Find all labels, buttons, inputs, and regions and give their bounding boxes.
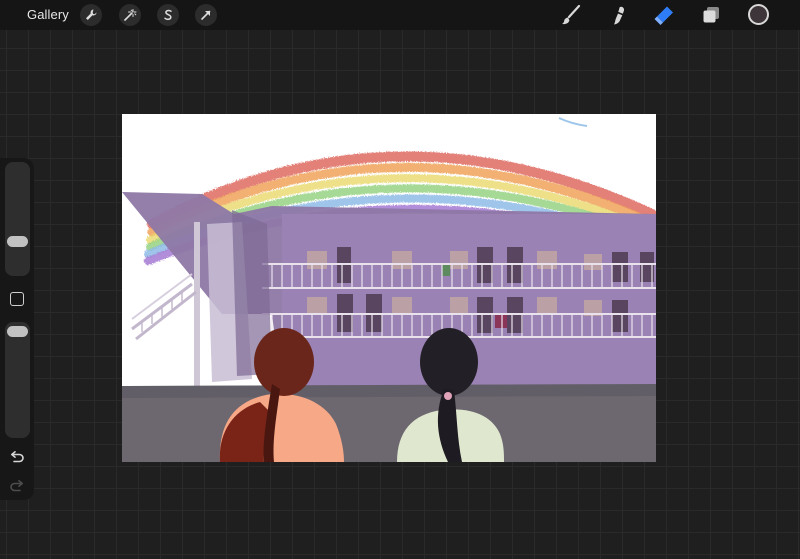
color-picker-button[interactable] [748,4,769,25]
adjustments-magic-wand-icon[interactable] [119,4,141,26]
artwork-painting [122,117,656,462]
undo-icon[interactable] [9,451,25,465]
top-toolbar: Gallery [0,0,800,30]
gallery-button[interactable]: Gallery [27,7,69,22]
brush-icon[interactable] [559,3,583,27]
brush-size-slider-knob[interactable] [7,236,28,247]
opacity-slider[interactable] [5,322,30,438]
opacity-slider-knob[interactable] [7,326,28,337]
brush-size-slider[interactable] [5,162,30,276]
smudge-icon[interactable] [606,3,630,27]
eraser-icon[interactable] [652,3,676,27]
motel-building [122,192,656,412]
transform-arrow-icon[interactable] [195,4,217,26]
left-sidebar [0,158,34,500]
actions-wrench-icon[interactable] [80,4,102,26]
layers-icon[interactable] [699,3,723,27]
redo-icon [9,480,25,494]
drawing-canvas[interactable] [122,114,656,462]
modify-square-button[interactable] [10,292,24,306]
selection-s-icon[interactable] [157,4,179,26]
